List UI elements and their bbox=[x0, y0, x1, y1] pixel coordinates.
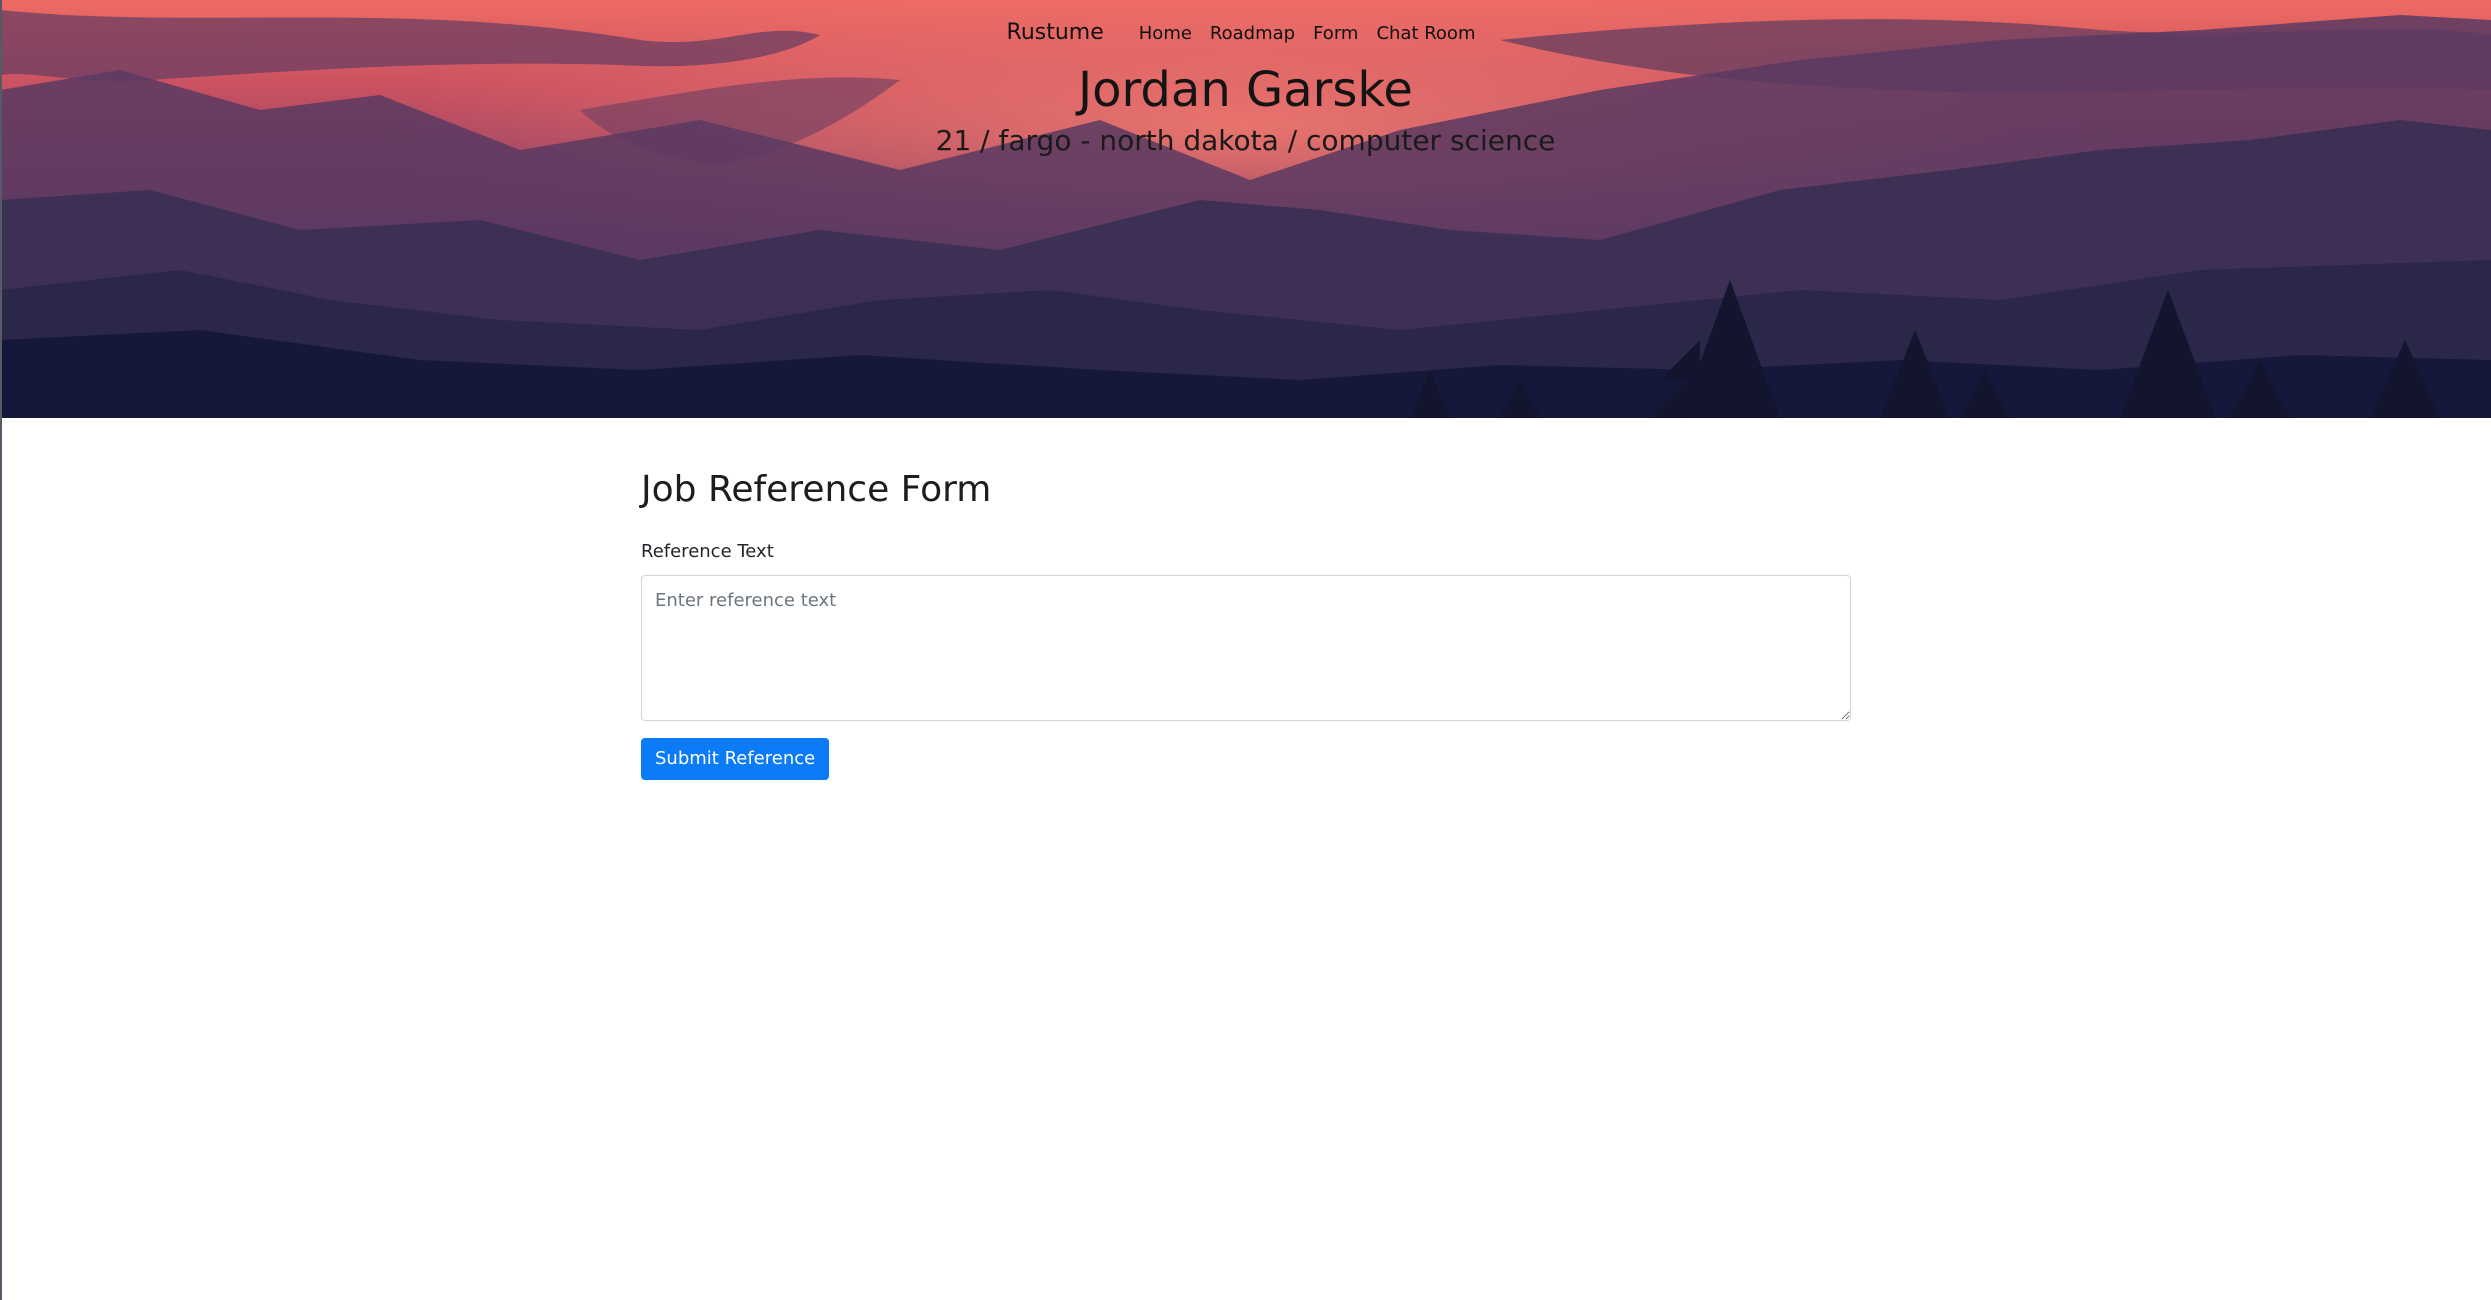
nav-link-form[interactable]: Form bbox=[1313, 23, 1358, 44]
brand-link[interactable]: Rustume bbox=[1007, 20, 1104, 45]
reference-form: Job Reference Form Reference Text Submit… bbox=[641, 466, 1851, 780]
reference-text-label: Reference Text bbox=[641, 541, 774, 562]
hero-subtitle: 21 / fargo - north dakota / computer sci… bbox=[935, 124, 1556, 157]
submit-reference-button[interactable]: Submit Reference bbox=[641, 738, 830, 780]
hero-banner: Rustume Home Roadmap Form Chat Room Jord… bbox=[0, 0, 2491, 418]
page-left-border bbox=[0, 0, 2, 1300]
top-nav: Rustume Home Roadmap Form Chat Room bbox=[0, 20, 2491, 45]
form-title: Job Reference Form bbox=[641, 469, 992, 510]
nav-link-chat-room[interactable]: Chat Room bbox=[1376, 23, 1475, 44]
page: Rustume Home Roadmap Form Chat Room Jord… bbox=[0, 0, 2491, 1300]
reference-text-input[interactable] bbox=[641, 575, 1851, 721]
nav-link-roadmap[interactable]: Roadmap bbox=[1210, 23, 1295, 44]
hero-title: Jordan Garske bbox=[1078, 62, 1413, 118]
nav-link-home[interactable]: Home bbox=[1139, 23, 1192, 44]
